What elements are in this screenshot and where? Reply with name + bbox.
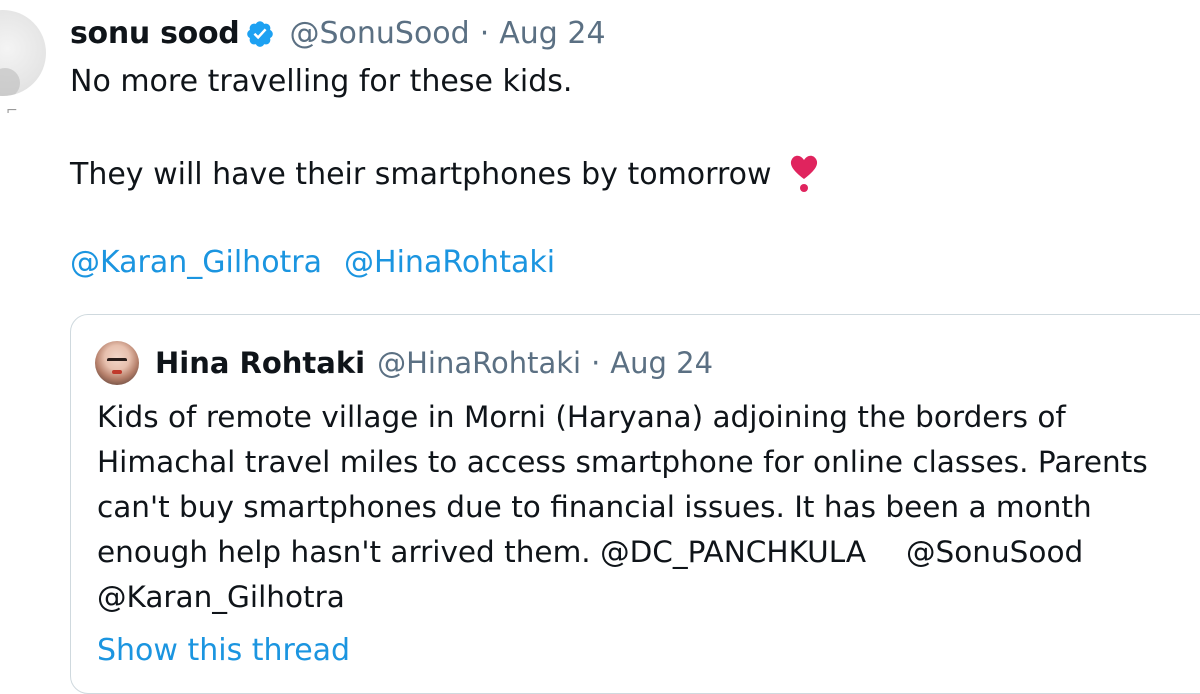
- author-handle[interactable]: @SonuSood: [289, 14, 469, 54]
- heart-exclamation-emoji-icon: [787, 152, 821, 194]
- quoted-tweet-date[interactable]: Aug 24: [610, 341, 713, 385]
- mention-karan-gilhotra[interactable]: @Karan_Gilhotra: [70, 245, 322, 280]
- author-name[interactable]: sonu sood: [70, 14, 240, 54]
- show-this-thread-link[interactable]: Show this thread: [97, 631, 350, 671]
- quoted-separator-dot: ·: [591, 346, 601, 380]
- quoted-tweet-body: Kids of remote village in Morni (Haryana…: [97, 395, 1200, 620]
- quoted-body-line-1: Kids of remote village in Morni (Haryana…: [97, 400, 1066, 434]
- quoted-mention-karan-gilhotra[interactable]: @Karan_Gilhotra: [97, 575, 1200, 620]
- quoted-body-line-4-text: enough help hasn't arrived them.: [97, 535, 591, 569]
- quoted-author-avatar[interactable]: [95, 341, 139, 385]
- tweet-text-line-1: No more travelling for these kids.: [70, 64, 573, 99]
- quoted-body-line-4: enough help hasn't arrived them. @DC_PAN…: [97, 530, 1200, 575]
- quoted-mention-dc-panchkula[interactable]: @DC_PANCHKULA: [600, 535, 866, 569]
- avatar-edge: ⌐: [6, 103, 18, 119]
- quoted-body-line-3: can't buy smartphones due to financial i…: [97, 490, 1092, 524]
- quoted-author-name[interactable]: Hina Rohtaki: [155, 341, 365, 385]
- quoted-mention-sonusood[interactable]: @SonuSood: [906, 535, 1083, 569]
- tweet-header: sonu sood @SonuSood · Aug 24: [70, 14, 606, 54]
- tweet-date[interactable]: Aug 24: [499, 14, 605, 54]
- tweet-text-line-2: They will have their smartphones by tomo…: [70, 152, 821, 195]
- author-avatar[interactable]: [0, 10, 46, 96]
- separator-dot: ·: [479, 16, 490, 51]
- avatar-shadow: [0, 68, 20, 96]
- avatar-lips: [112, 370, 122, 374]
- quoted-body-line-2: Himachal travel miles to access smartpho…: [97, 445, 1148, 479]
- mention-hina-rohtaki[interactable]: @HinaRohtaki: [344, 245, 555, 280]
- tweet-text-smartphones: They will have their smartphones by tomo…: [70, 157, 772, 192]
- quoted-author-handle[interactable]: @HinaRohtaki: [377, 341, 581, 385]
- verified-badge-icon: [245, 19, 275, 49]
- quoted-tweet-header: Hina Rohtaki @HinaRohtaki · Aug 24: [155, 341, 713, 385]
- avatar-eyes: [107, 358, 127, 365]
- tweet-mentions: @Karan_Gilhotra @HinaRohtaki: [70, 243, 555, 283]
- quoted-tweet-card[interactable]: Hina Rohtaki @HinaRohtaki · Aug 24 Kids …: [70, 314, 1200, 694]
